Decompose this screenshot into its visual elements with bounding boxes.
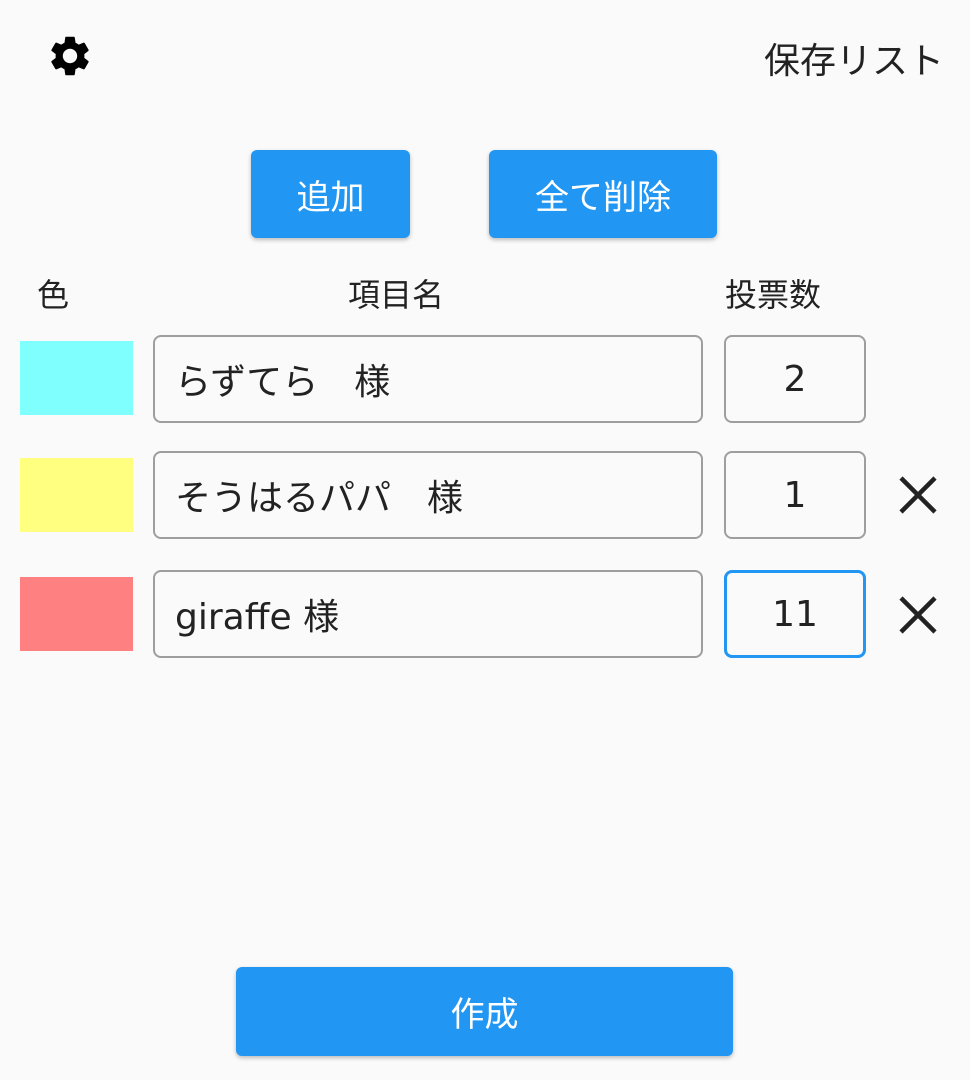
- list-item: giraffe 様 11: [0, 570, 970, 660]
- close-icon: [899, 596, 937, 634]
- create-button[interactable]: 作成: [236, 967, 733, 1056]
- item-name-field[interactable]: giraffe 様: [153, 570, 703, 658]
- vote-count-field[interactable]: 2: [724, 335, 866, 423]
- column-header-votes: 投票数: [725, 276, 822, 314]
- color-swatch[interactable]: [20, 577, 133, 651]
- list-item: らずてら 様 2: [0, 334, 970, 424]
- vote-count-field[interactable]: 1: [724, 451, 866, 539]
- column-header-color: 色: [37, 276, 70, 314]
- item-name-field[interactable]: らずてら 様: [153, 335, 703, 423]
- list-item: そうはるパパ 様 1: [0, 451, 970, 541]
- settings-button[interactable]: [42, 28, 98, 84]
- item-name-field[interactable]: そうはるパパ 様: [153, 451, 703, 539]
- clear-all-button[interactable]: 全て削除: [489, 150, 717, 238]
- remove-item-button[interactable]: [895, 592, 941, 638]
- close-icon: [899, 476, 937, 514]
- add-button[interactable]: 追加: [251, 150, 410, 238]
- vote-count-field[interactable]: 11: [724, 570, 866, 658]
- remove-item-button[interactable]: [895, 472, 941, 518]
- gear-icon: [51, 36, 89, 76]
- color-swatch[interactable]: [20, 458, 133, 532]
- saved-list-button[interactable]: 保存リスト: [764, 32, 944, 84]
- color-swatch[interactable]: [20, 341, 133, 415]
- column-header-name: 項目名: [348, 276, 445, 314]
